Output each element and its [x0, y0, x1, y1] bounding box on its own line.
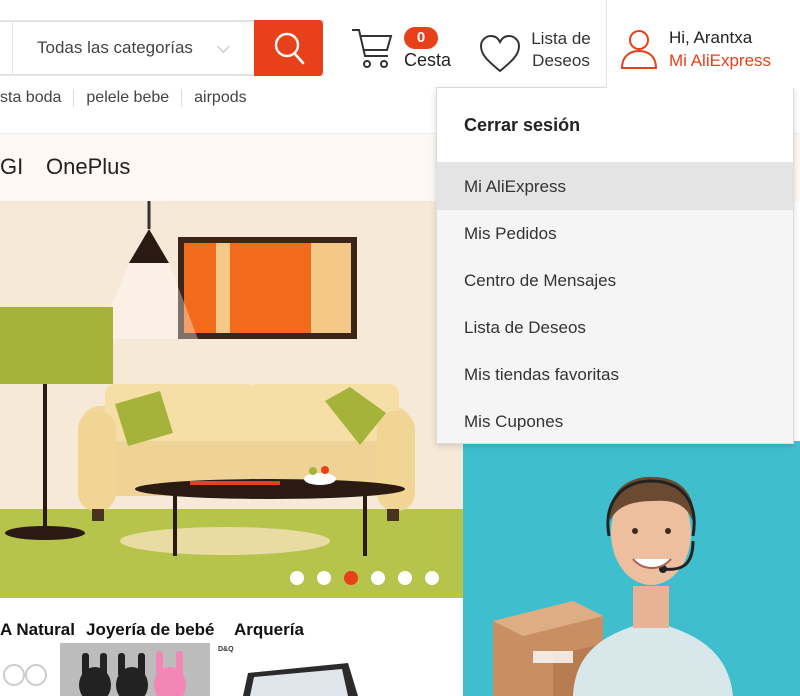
living-room-illustration — [0, 201, 463, 598]
chevron-down-icon — [217, 40, 230, 53]
hot-search-term[interactable]: airpods — [182, 89, 258, 107]
customer-service-promo[interactable] — [463, 441, 800, 696]
product-thumbnail[interactable] — [238, 643, 362, 696]
product-category-title[interactable]: Arquería — [234, 620, 304, 640]
account-greeting: Hi, Arantxa — [669, 28, 753, 47]
brand-nav-item[interactable]: OnePlus — [46, 154, 130, 180]
wishlist-button[interactable]: Lista de Deseos — [476, 24, 596, 76]
carousel-dot-active[interactable] — [344, 571, 358, 585]
hot-search-term[interactable]: sta boda — [0, 89, 75, 107]
dropdown-item-favorite-stores[interactable]: Mis tiendas favoritas — [437, 351, 793, 398]
carousel-dots — [290, 571, 439, 585]
product-category-title[interactable]: A Natural — [0, 620, 75, 640]
dropdown-item-messages[interactable]: Centro de Mensajes — [437, 257, 793, 304]
user-icon — [620, 30, 658, 69]
brand-tag: D&Q — [218, 646, 234, 653]
account-menu[interactable]: Hi, Arantxa Mi AliExpress — [606, 0, 800, 88]
heart-icon — [479, 34, 521, 73]
carousel-dot[interactable] — [425, 571, 439, 585]
carousel-dot[interactable] — [371, 571, 385, 585]
dropdown-item-my-aliexpress[interactable]: Mi AliExpress — [437, 163, 793, 210]
hot-searches: sta boda pelele bebe airpods — [0, 88, 259, 108]
hot-search-term[interactable]: pelele bebe — [74, 89, 183, 107]
product-category-title[interactable]: Joyería de bebé — [86, 620, 215, 640]
dropdown-item-wishlist[interactable]: Lista de Deseos — [437, 304, 793, 351]
cart-label: Cesta — [404, 50, 452, 70]
cart-count-badge: 0 — [404, 27, 438, 49]
search-icon — [274, 32, 304, 65]
product-thumbnail[interactable] — [60, 643, 210, 696]
carousel-dot[interactable] — [290, 571, 304, 585]
product-categories-row: A Natural Joyería de bebé Arquería — [0, 620, 463, 644]
wishlist-label: Lista de Deseos — [526, 28, 596, 72]
my-aliexpress-link[interactable]: Mi AliExpress — [669, 51, 771, 71]
category-select[interactable]: Todas las categorías — [12, 22, 250, 74]
cart-button[interactable]: 0 Cesta — [350, 22, 460, 78]
brand-nav-item[interactable]: GI — [0, 154, 23, 180]
product-thumbnail[interactable] — [0, 643, 55, 696]
wishlist-label-line2: Deseos — [532, 51, 590, 70]
wishlist-label-line1: Lista de — [531, 29, 591, 48]
dropdown-item-coupons[interactable]: Mis Cupones — [437, 398, 793, 445]
carousel-dot[interactable] — [317, 571, 331, 585]
category-select-label: Todas las categorías — [37, 38, 193, 57]
carousel-dot[interactable] — [398, 571, 412, 585]
search-button[interactable] — [254, 20, 323, 76]
cart-icon — [352, 29, 393, 68]
logout-link[interactable]: Cerrar sesión — [437, 88, 793, 163]
dropdown-item-orders[interactable]: Mis Pedidos — [437, 210, 793, 257]
support-agent-image — [463, 441, 800, 696]
account-dropdown: Cerrar sesión Mi AliExpress Mis Pedidos … — [436, 87, 794, 444]
banner-carousel[interactable] — [0, 201, 463, 598]
